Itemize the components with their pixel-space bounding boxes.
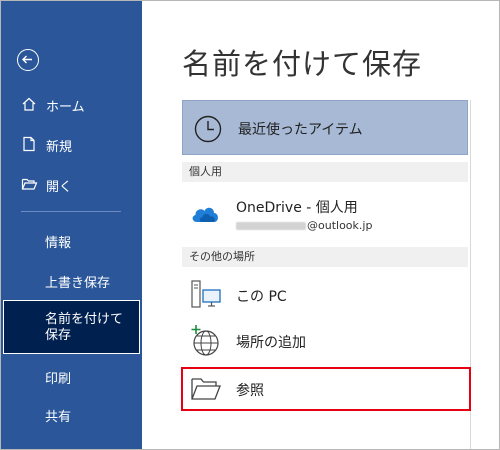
sidebar-item-label: ホーム <box>46 99 85 115</box>
highlight-box <box>181 367 471 411</box>
home-icon <box>21 96 39 114</box>
sidebar-item-home[interactable]: ホーム <box>1 90 142 120</box>
sidebar-item-save-as[interactable]: 名前を付けて保存 <box>3 300 140 354</box>
onedrive-personal[interactable]: OneDrive - 個人用 @outlook.jp <box>182 191 468 239</box>
sidebar: ホーム 新規 開く 情報 上書き保存 名前を付けて保存 印刷 共有 <box>1 1 142 449</box>
recent-items-button[interactable]: 最近使ったアイテム <box>182 100 468 155</box>
this-pc-label: この PC <box>236 289 287 305</box>
sidebar-item-open[interactable]: 開く <box>1 170 142 200</box>
back-button[interactable] <box>17 49 39 71</box>
new-document-icon <box>21 136 39 154</box>
onedrive-email: @outlook.jp <box>236 219 372 232</box>
sidebar-item-new[interactable]: 新規 <box>1 130 142 160</box>
add-place[interactable]: 場所の追加 <box>182 319 468 363</box>
backstage-view: ホーム 新規 開く 情報 上書き保存 名前を付けて保存 印刷 共有 名前を付けて… <box>0 0 500 450</box>
section-header-personal: 個人用 <box>182 162 468 182</box>
onedrive-cloud-icon <box>192 207 218 222</box>
globe-add-icon <box>191 325 219 356</box>
back-arrow-icon <box>22 55 32 64</box>
this-pc[interactable]: この PC <box>182 273 468 317</box>
sidebar-divider <box>21 211 121 212</box>
sidebar-item-print[interactable]: 印刷 <box>45 368 71 387</box>
sidebar-item-label: 開く <box>46 179 73 195</box>
sidebar-item-save[interactable]: 上書き保存 <box>45 272 110 291</box>
open-folder-icon <box>21 176 39 194</box>
section-header-other: その他の場所 <box>182 247 468 267</box>
clock-icon <box>194 115 222 143</box>
sidebar-item-label: 新規 <box>46 139 73 155</box>
recent-items-label: 最近使ったアイテム <box>238 122 363 138</box>
page-title: 名前を付けて保存 <box>182 47 423 81</box>
onedrive-label: OneDrive - 個人用 <box>236 200 358 216</box>
redacted-email <box>236 222 306 230</box>
add-place-label: 場所の追加 <box>236 335 306 351</box>
sidebar-item-share[interactable]: 共有 <box>45 406 71 425</box>
pc-icon <box>191 280 221 308</box>
sidebar-item-label: 名前を付けて保存 <box>45 312 124 343</box>
sidebar-item-info[interactable]: 情報 <box>45 232 71 251</box>
